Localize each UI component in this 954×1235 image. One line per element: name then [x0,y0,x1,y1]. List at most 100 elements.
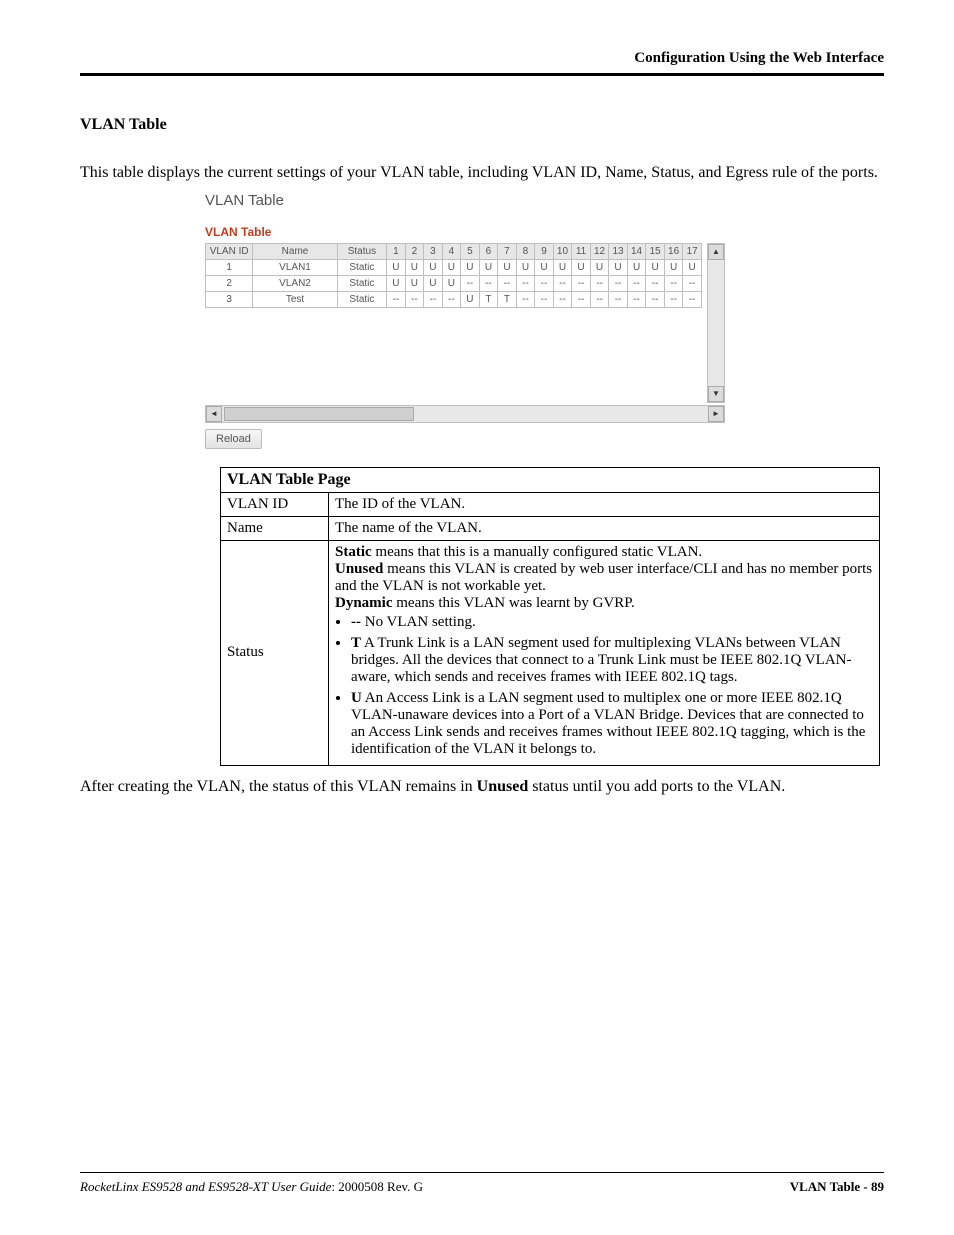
scroll-up-icon[interactable]: ▲ [708,244,724,260]
col-port: 16 [664,243,683,259]
table-cell: -- [498,275,517,291]
vertical-scrollbar[interactable]: ▲ ▼ [707,243,725,403]
table-cell: -- [627,291,646,307]
col-port: 14 [627,243,646,259]
col-status: Status [337,243,386,259]
table-cell: U [627,259,646,275]
table-cell: -- [609,291,628,307]
table-cell: -- [683,275,702,291]
table-cell: U [461,259,480,275]
col-port: 5 [461,243,480,259]
table-cell: Static [337,291,386,307]
table-cell: VLAN2 [253,275,337,291]
desc-text-name: The name of the VLAN. [329,516,880,540]
col-vlanid: VLAN ID [206,243,253,259]
desc-label-name: Name [221,516,329,540]
horizontal-scrollbar[interactable]: ◄ ► [205,405,725,423]
reload-button[interactable]: Reload [205,429,262,449]
table-row: 3TestStatic--------UTT------------------… [206,291,702,307]
table-cell: U [387,275,406,291]
section-title: VLAN Table [80,116,884,134]
page-footer: RocketLinx ES9528 and ES9528-XT User Gui… [80,1172,884,1195]
bullet-none: -- No VLAN setting. [351,614,873,631]
vlan-table-page-description: VLAN Table Page VLAN ID The ID of the VL… [220,467,880,766]
table-cell: -- [553,275,572,291]
table-cell: U [461,291,480,307]
table-header-row: VLAN ID Name Status 1 2 3 4 5 6 7 8 9 [206,243,702,259]
table-cell: -- [572,275,591,291]
col-port: 12 [590,243,609,259]
table-cell: U [664,259,683,275]
scroll-left-icon[interactable]: ◄ [206,406,222,422]
table-cell: U [387,259,406,275]
after-b: Unused [477,778,529,795]
table-cell: Static [337,275,386,291]
table-cell: -- [387,291,406,307]
table-row: 2VLAN2StaticUUUU------------------------… [206,275,702,291]
table-cell: -- [516,291,535,307]
table-cell: -- [646,275,665,291]
table-cell: -- [646,291,665,307]
table-cell: U [683,259,702,275]
table-cell: VLAN1 [253,259,337,275]
table-cell: -- [461,275,480,291]
desc-title: VLAN Table Page [221,467,880,492]
screenshot-title: VLAN Table [205,192,745,209]
col-name: Name [253,243,337,259]
table-cell: -- [479,275,498,291]
col-port: 2 [405,243,424,259]
table-cell: U [405,259,424,275]
table-cell: U [590,259,609,275]
unused-def: means this VLAN is created by web user i… [335,561,872,594]
bullet-access: U An Access Link is a LAN segment used t… [351,690,873,758]
table-cell: U [535,259,554,275]
table-cell: T [498,291,517,307]
col-port: 6 [479,243,498,259]
table-cell: U [442,275,461,291]
trunk-term: T [351,635,361,651]
after-c: status until you add ports to the VLAN. [528,778,785,795]
desc-label-status: Status [221,540,329,765]
access-term: U [351,690,362,706]
table-cell: -- [535,291,554,307]
table-cell: U [405,275,424,291]
table-cell: -- [664,291,683,307]
intro-paragraph: This table displays the current settings… [80,162,884,184]
table-cell: -- [572,291,591,307]
table-cell: -- [683,291,702,307]
vlan-table-screenshot: VLAN Table VLAN Table VLAN ID Name Statu… [205,192,745,449]
page-header: Configuration Using the Web Interface [80,50,884,76]
table-cell: -- [405,291,424,307]
col-port: 1 [387,243,406,259]
table-cell: U [572,259,591,275]
table-cell: T [479,291,498,307]
after-paragraph: After creating the VLAN, the status of t… [80,776,884,798]
scroll-down-icon[interactable]: ▼ [708,386,724,402]
footer-left: RocketLinx ES9528 and ES9528-XT User Gui… [80,1179,423,1195]
col-port: 4 [442,243,461,259]
table-cell: U [553,259,572,275]
footer-rev: : 2000508 Rev. G [331,1179,423,1194]
table-cell: 1 [206,259,253,275]
footer-right: VLAN Table - 89 [790,1179,884,1195]
table-cell: -- [627,275,646,291]
table-cell: Static [337,259,386,275]
table-cell: -- [442,291,461,307]
dynamic-term: Dynamic [335,595,393,611]
bullet-trunk: T A Trunk Link is a LAN segment used for… [351,635,873,686]
footer-guide-name: RocketLinx ES9528 and ES9528-XT User Gui… [80,1179,331,1194]
table-cell: -- [609,275,628,291]
table-cell: U [424,275,443,291]
dynamic-def: means this VLAN was learnt by GVRP. [393,595,635,611]
unused-term: Unused [335,561,383,577]
table-cell: -- [424,291,443,307]
scroll-thumb[interactable] [224,407,414,421]
desc-label-vlanid: VLAN ID [221,492,329,516]
col-port: 9 [535,243,554,259]
table-cell: U [609,259,628,275]
access-def: An Access Link is a LAN segment used to … [351,690,865,757]
table-row: 1VLAN1StaticUUUUUUUUUUUUUUUUU [206,259,702,275]
table-cell: -- [553,291,572,307]
col-port: 7 [498,243,517,259]
scroll-right-icon[interactable]: ► [708,406,724,422]
